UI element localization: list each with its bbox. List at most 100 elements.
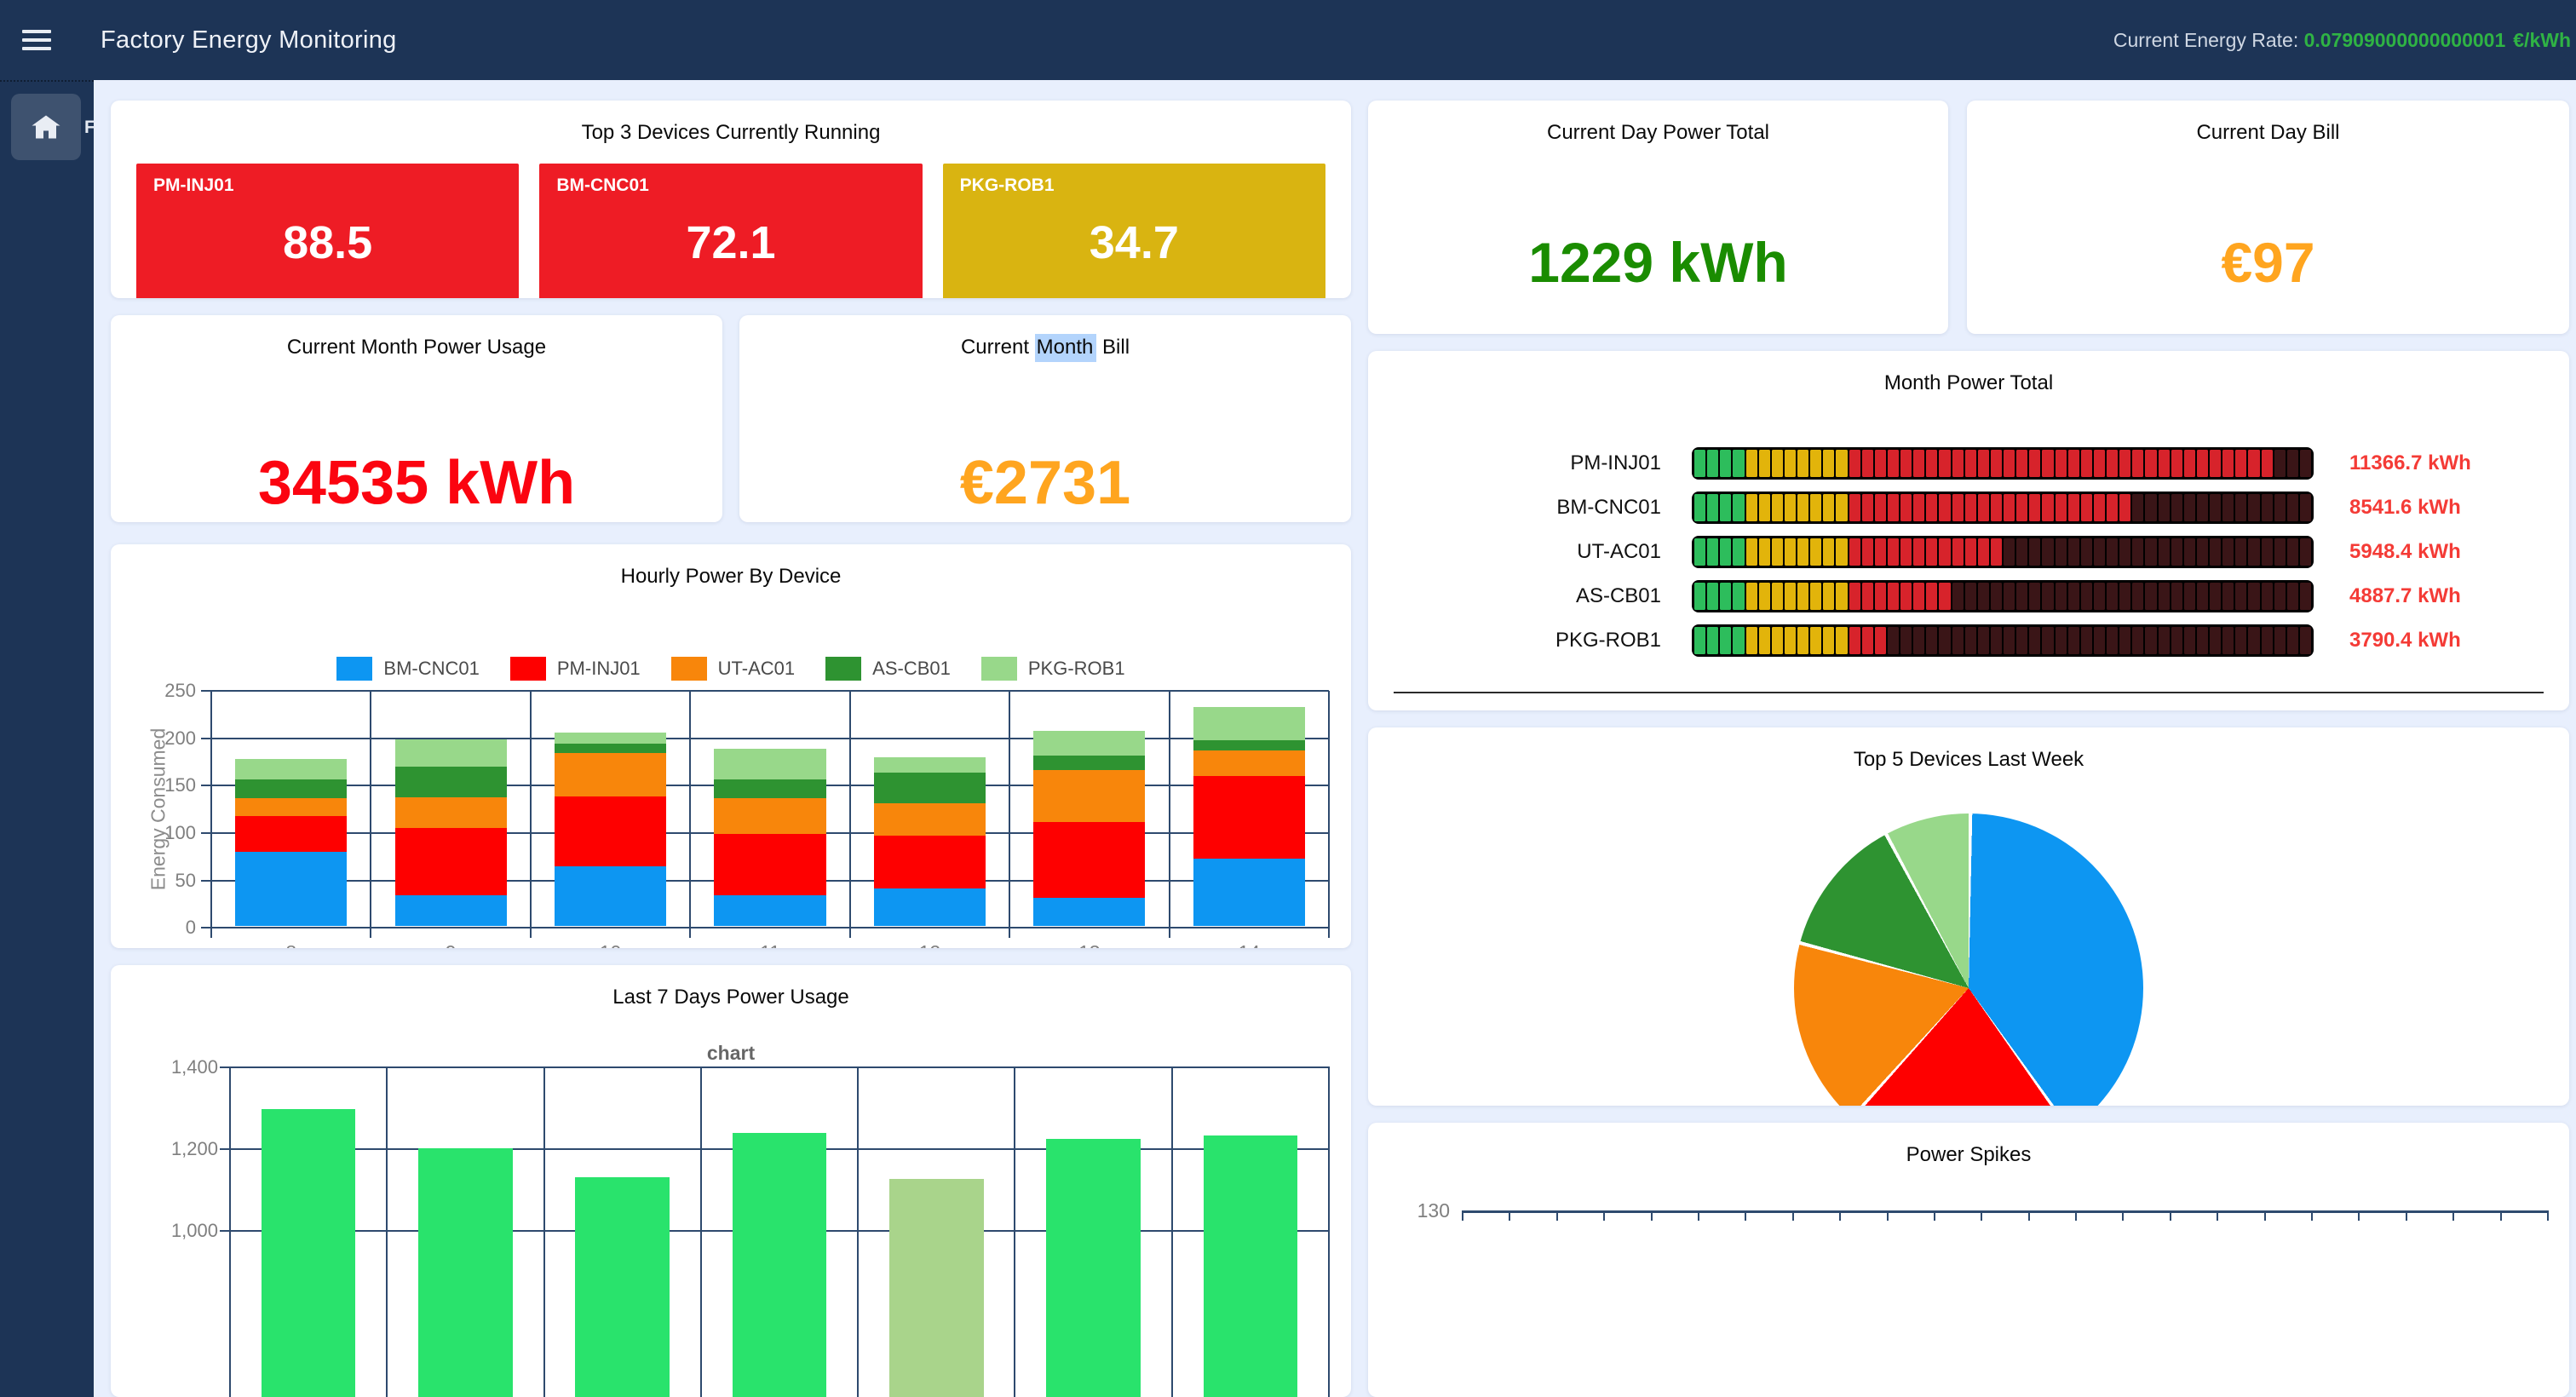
bar-group	[371, 739, 530, 927]
stacked-bar	[395, 739, 507, 927]
gauge-segment	[1952, 494, 1964, 521]
gauge-segment	[1733, 538, 1744, 566]
gauge-segment	[2171, 583, 2182, 610]
device-name: PKG-ROB1	[960, 175, 1308, 196]
gauge-segment	[1888, 538, 1899, 566]
gauge-segment	[2004, 494, 2015, 521]
gauge-segment	[1759, 627, 1770, 654]
chart-subtitle: chart	[111, 1042, 1351, 1065]
gauge-segment	[2171, 627, 2182, 654]
gauge-segment	[1862, 583, 1873, 610]
x-tick-mark	[2264, 1213, 2266, 1221]
gauge-segment	[2222, 538, 2234, 566]
gauge-segment	[2171, 494, 2182, 521]
gauge-segment	[1823, 494, 1834, 521]
gauge-segment	[2262, 627, 2273, 654]
gauge-segment	[1965, 583, 1976, 610]
gauge-segment	[1913, 538, 1924, 566]
x-tick-labels: 891011121314	[211, 941, 1329, 948]
gauge-segment	[1991, 538, 2002, 566]
gauge-segment	[1849, 538, 1860, 566]
gridline-horizontal	[211, 690, 1329, 692]
pie-chart	[1794, 813, 2143, 1106]
gauge-segment	[2300, 450, 2311, 477]
y-tick-label: 130	[1368, 1199, 1450, 1222]
gauge-segment	[2210, 538, 2221, 566]
gauge-segment	[1759, 538, 1770, 566]
gauge-segment	[1900, 450, 1912, 477]
bar-segment	[555, 866, 666, 927]
gauge-segment	[2159, 450, 2170, 477]
gauge-segment	[2184, 538, 2195, 566]
gauge-segment	[2068, 583, 2079, 610]
gauge-segment	[2132, 538, 2143, 566]
bar-segment	[1033, 756, 1145, 770]
gauge-segment	[1952, 627, 1964, 654]
bar	[418, 1148, 513, 1397]
gauge-segment	[2081, 627, 2092, 654]
gauge-segment	[1759, 494, 1770, 521]
bar-segment	[555, 733, 666, 744]
device-kwh-value: 3790.4 kWh	[2349, 629, 2461, 653]
x-tick-mark	[2311, 1213, 2313, 1221]
bar-segment	[235, 852, 347, 926]
chart-title: Last 7 Days Power Usage	[111, 965, 1351, 1009]
x-tick-mark	[2358, 1213, 2360, 1221]
gauge-segment	[1746, 450, 1757, 477]
month-usage-value: 34535 kWh	[111, 448, 722, 518]
gauge-segment	[2029, 583, 2040, 610]
gauge-segment	[1939, 494, 1950, 521]
stacked-bar	[1033, 731, 1145, 927]
y-tick-label: 100	[164, 822, 196, 844]
gauge-segment	[1926, 627, 1937, 654]
stacked-bar	[555, 733, 666, 926]
gauge-segment	[1720, 450, 1731, 477]
gauge-segment	[2068, 494, 2079, 521]
gauge-segment	[1939, 583, 1950, 610]
device-value: 34.7	[960, 216, 1308, 269]
x-tick-mark	[2500, 1213, 2502, 1221]
card-title: Current Month Power Usage	[111, 315, 722, 359]
gauge-segment	[1939, 450, 1950, 477]
gauge-segment	[2016, 627, 2027, 654]
gauge-segment	[1965, 450, 1976, 477]
gauge-segment	[2132, 583, 2143, 610]
gauge-segment	[2210, 627, 2221, 654]
gauge-segment	[2119, 538, 2130, 566]
month-stats-row: Current Month Power Usage 34535 kWh Curr…	[111, 315, 1351, 523]
legend-swatch	[336, 657, 372, 681]
gauge-segment	[1978, 583, 1989, 610]
gauge-segment	[1720, 494, 1731, 521]
x-tick-mark	[1981, 1213, 1982, 1221]
bar-segment	[1033, 898, 1145, 926]
gauge-segment	[2029, 627, 2040, 654]
card-title: Current Month Bill	[739, 315, 1351, 359]
gauge-segment	[1926, 538, 1937, 566]
bar	[733, 1133, 827, 1397]
gridline-horizontal	[211, 927, 1329, 928]
home-button[interactable]	[11, 94, 81, 160]
gauge-segment	[1862, 538, 1873, 566]
gauge-segment	[2159, 494, 2170, 521]
hamburger-menu-icon[interactable]	[22, 25, 51, 55]
x-tick-mark	[2547, 1213, 2549, 1221]
x-tick-mark	[2406, 1213, 2407, 1221]
gauge-segment	[2107, 538, 2118, 566]
gauge-segment	[1772, 494, 1783, 521]
device-kwh-value: 4887.7 kWh	[2349, 584, 2461, 608]
x-tick-mark	[2122, 1213, 2124, 1221]
bar-segment	[1193, 859, 1305, 926]
gauge-segment	[1913, 450, 1924, 477]
gauge-segment	[2197, 538, 2208, 566]
x-tick-mark	[1839, 1213, 1841, 1221]
last7-plot-area: 1,4001,2001,000	[230, 1066, 1329, 1397]
bar-segment	[235, 798, 347, 816]
left-column: Top 3 Devices Currently Running PM-INJ01…	[111, 101, 1351, 1397]
gauge-segment	[1823, 627, 1834, 654]
current-month-bill-card: Current Month Bill €2731	[739, 315, 1351, 523]
card-title: Current Day Power Total	[1368, 101, 1948, 145]
bar-segment	[714, 834, 825, 895]
gauge-segment	[2145, 627, 2156, 654]
gauge-segment	[1733, 450, 1744, 477]
gauge-segment	[1772, 583, 1783, 610]
